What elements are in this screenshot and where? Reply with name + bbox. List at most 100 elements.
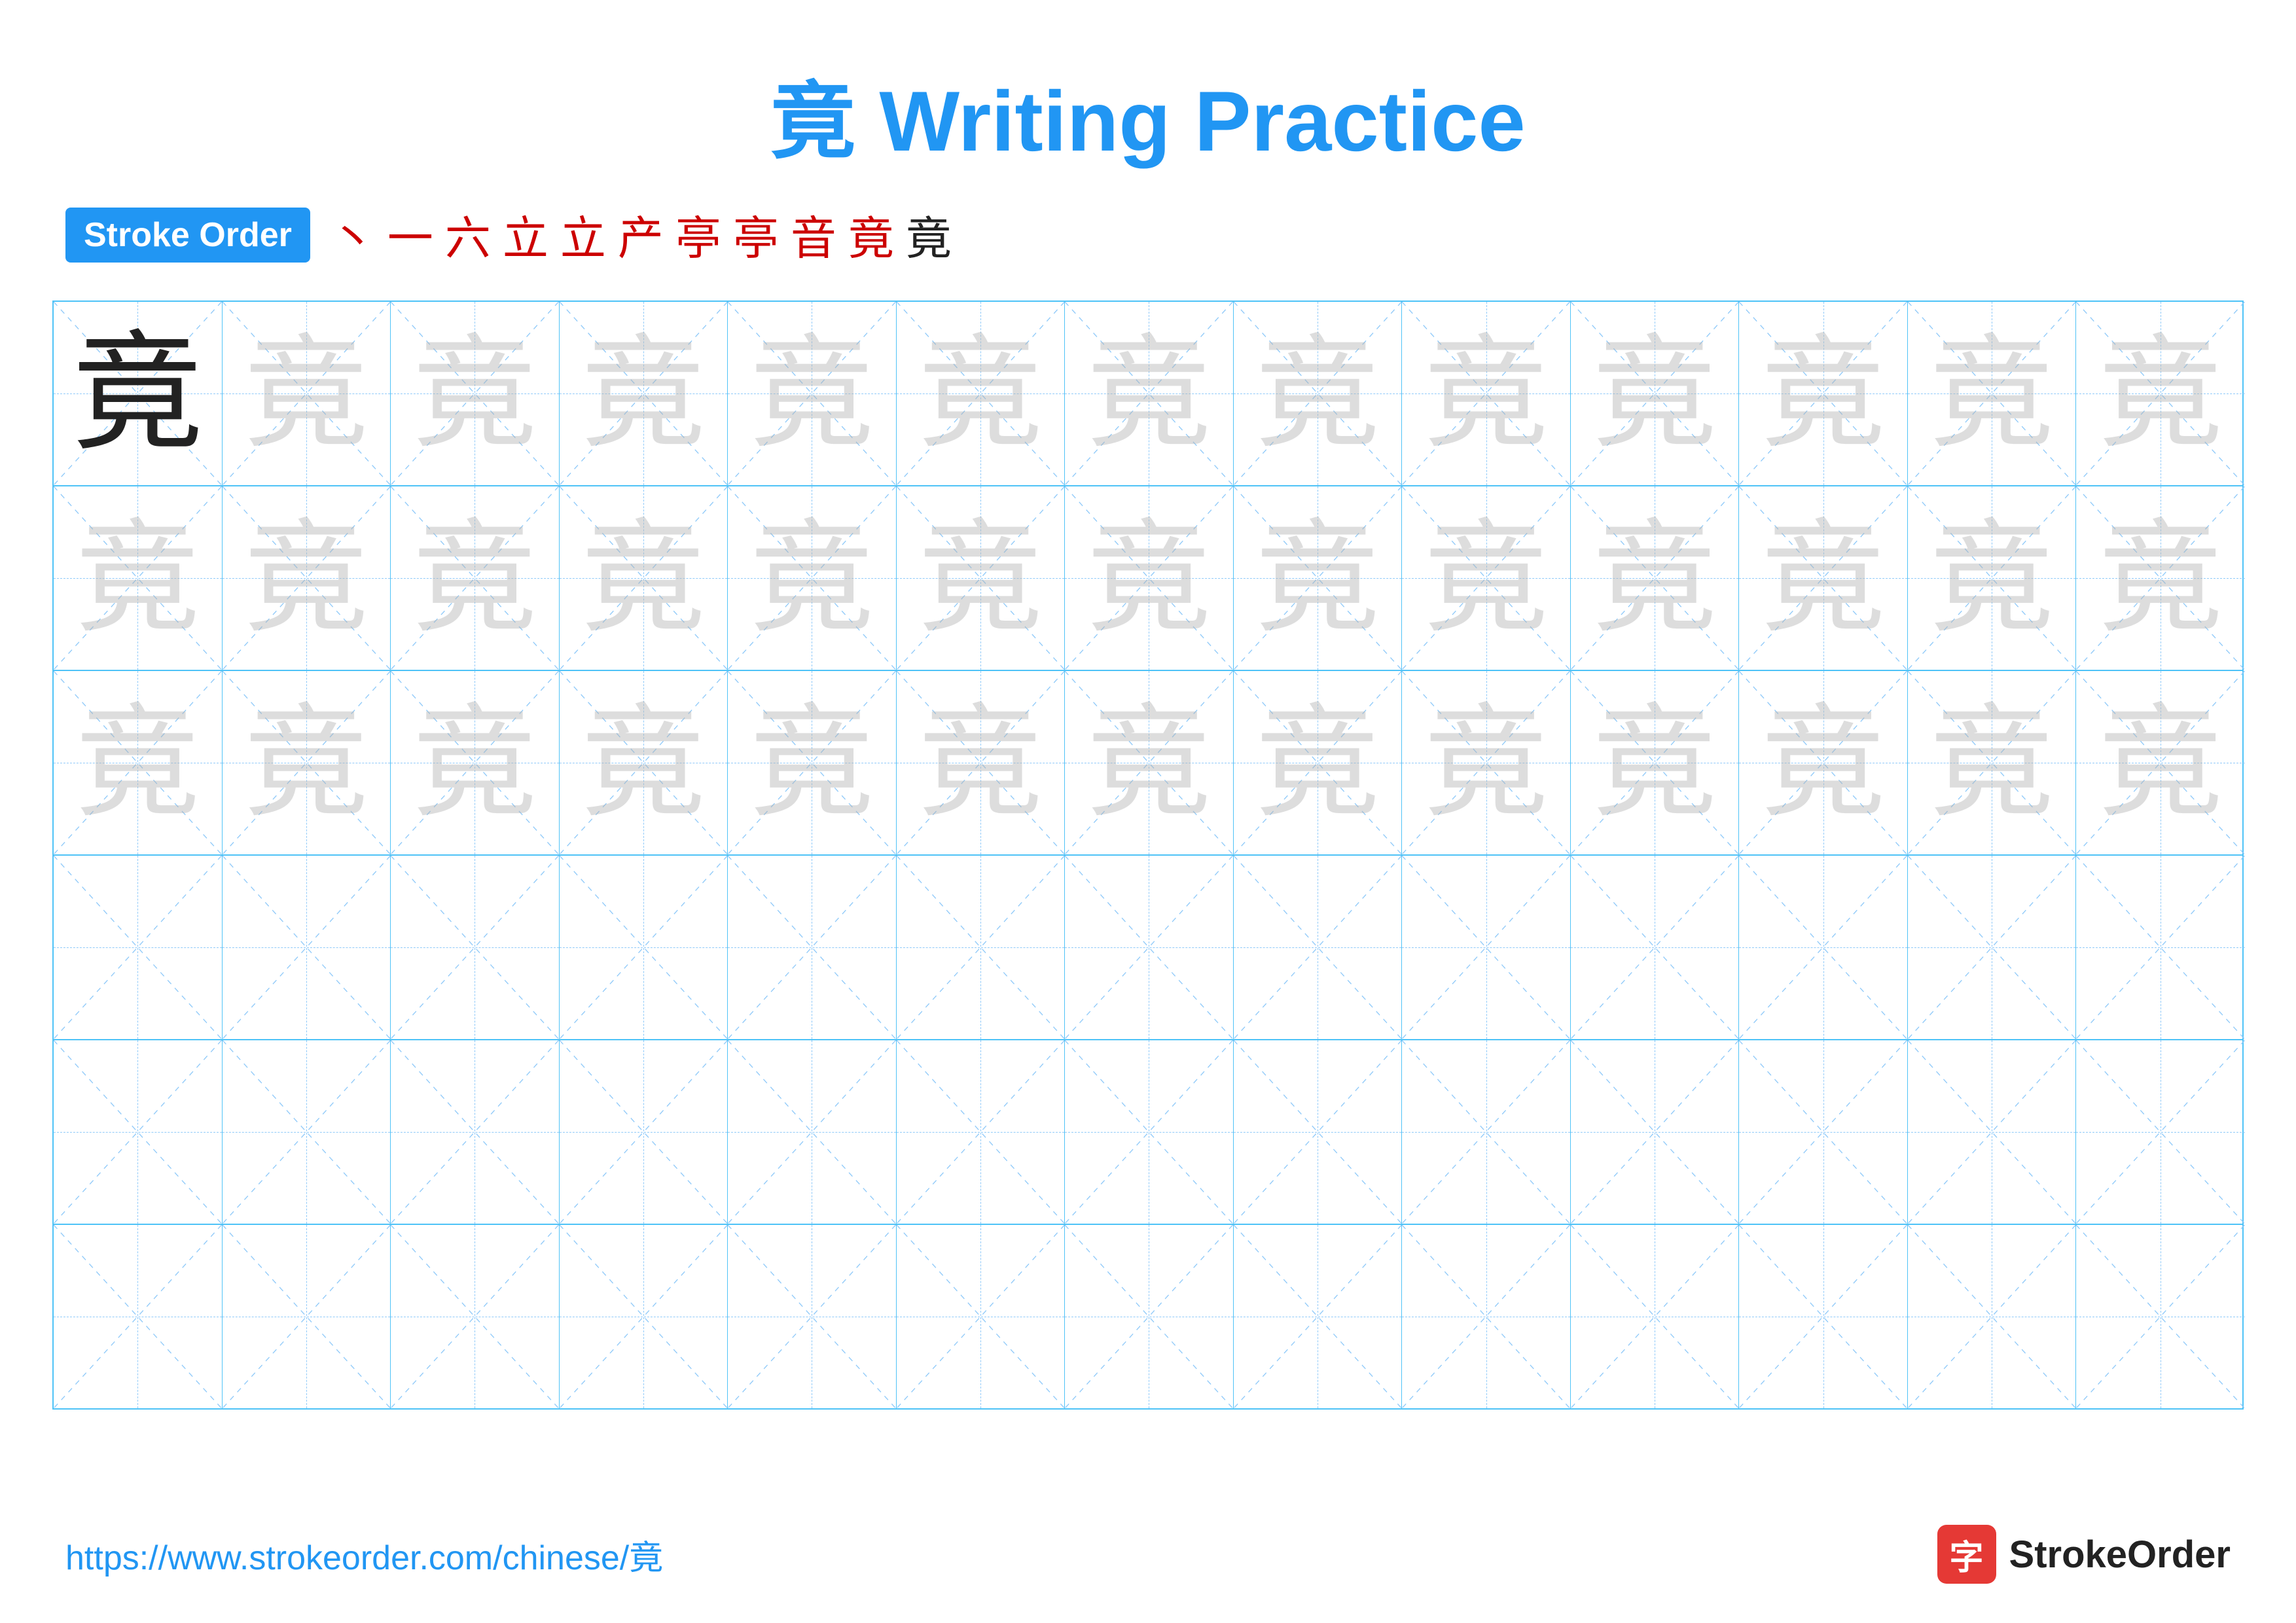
grid-cell[interactable]: 竟: [560, 302, 728, 485]
grid-cell[interactable]: 竟: [728, 671, 897, 854]
grid-cell[interactable]: 竟: [1234, 486, 1403, 670]
grid-cell[interactable]: 竟: [54, 486, 223, 670]
grid-cell[interactable]: 竟: [1065, 671, 1234, 854]
practice-char-ghost: 竟: [1592, 331, 1717, 456]
grid-cell[interactable]: 竟: [897, 671, 1066, 854]
grid-cell[interactable]: [560, 856, 728, 1039]
grid-cell[interactable]: [223, 856, 391, 1039]
grid-cell[interactable]: [728, 856, 897, 1039]
grid-cell[interactable]: 竟: [1402, 486, 1571, 670]
practice-char-ghost: 竟: [918, 331, 1043, 456]
grid-cell[interactable]: [1234, 1225, 1403, 1408]
grid-cell[interactable]: [1908, 1225, 2077, 1408]
grid-cell[interactable]: [2076, 856, 2245, 1039]
practice-char-ghost: 竟: [581, 516, 706, 640]
grid-cell[interactable]: 竟: [1402, 671, 1571, 854]
stroke-order-badge: Stroke Order: [65, 208, 310, 263]
grid-cell[interactable]: 竟: [1065, 302, 1234, 485]
grid-cell[interactable]: [897, 856, 1066, 1039]
grid-cell[interactable]: [391, 1225, 560, 1408]
practice-char-ghost: 竟: [581, 701, 706, 825]
grid-cell[interactable]: 竟: [560, 671, 728, 854]
grid-cell[interactable]: [1739, 1225, 1908, 1408]
grid-cell[interactable]: [1571, 1225, 1740, 1408]
grid-cell[interactable]: [2076, 1040, 2245, 1224]
grid-cell[interactable]: 竟: [560, 486, 728, 670]
grid-cell[interactable]: [728, 1040, 897, 1224]
grid-cell[interactable]: 竟: [728, 486, 897, 670]
grid-cell[interactable]: 竟: [223, 486, 391, 670]
grid-cell[interactable]: [1908, 1040, 2077, 1224]
grid-cell[interactable]: [223, 1225, 391, 1408]
practice-char-ghost: 竟: [412, 331, 537, 456]
grid-cell[interactable]: [1739, 856, 1908, 1039]
grid-cell[interactable]: 竟: [1739, 671, 1908, 854]
grid-cell[interactable]: 竟: [1402, 302, 1571, 485]
grid-cell[interactable]: [1571, 856, 1740, 1039]
grid-cell[interactable]: 竟: [897, 486, 1066, 670]
practice-char-ghost: 竟: [1929, 701, 2054, 825]
practice-char-ghost: 竟: [1255, 701, 1380, 825]
grid-cell[interactable]: 竟: [1739, 486, 1908, 670]
grid-cell[interactable]: [1065, 1225, 1234, 1408]
grid-cell[interactable]: [54, 1040, 223, 1224]
footer: https://www.strokeorder.com/chinese/竟 字 …: [0, 1525, 2296, 1584]
grid-cell[interactable]: [897, 1040, 1066, 1224]
practice-char-ghost: 竟: [1761, 331, 1886, 456]
practice-char-ghost: 竟: [1592, 701, 1717, 825]
practice-char-ghost: 竟: [1929, 331, 2054, 456]
practice-char-ghost: 竟: [244, 331, 368, 456]
grid-cell[interactable]: [1402, 1225, 1571, 1408]
grid-cell[interactable]: [1402, 856, 1571, 1039]
grid-cell[interactable]: 竟: [1234, 671, 1403, 854]
grid-cell[interactable]: [54, 1225, 223, 1408]
brand-name: StrokeOrder: [2009, 1533, 2231, 1577]
grid-cell[interactable]: [1065, 1040, 1234, 1224]
grid-cell[interactable]: [1571, 1040, 1740, 1224]
grid-cell[interactable]: 竟: [1065, 486, 1234, 670]
grid-cell[interactable]: 竟: [1571, 302, 1740, 485]
grid-cell[interactable]: [391, 856, 560, 1039]
grid-cell[interactable]: [1908, 856, 2077, 1039]
footer-brand: 字 StrokeOrder: [1937, 1525, 2231, 1584]
grid-cell[interactable]: [1234, 1040, 1403, 1224]
grid-cell[interactable]: [560, 1040, 728, 1224]
practice-char-ghost: 竟: [1424, 331, 1549, 456]
practice-char-ghost: 竟: [1592, 516, 1717, 640]
grid-cell[interactable]: [2076, 1225, 2245, 1408]
grid-cell[interactable]: 竟: [391, 486, 560, 670]
grid-cell[interactable]: 竟: [54, 671, 223, 854]
grid-cell[interactable]: 竟: [391, 302, 560, 485]
grid-cell[interactable]: 竟: [391, 671, 560, 854]
grid-cell[interactable]: [728, 1225, 897, 1408]
grid-cell[interactable]: [1402, 1040, 1571, 1224]
practice-char-ghost: 竟: [1761, 516, 1886, 640]
grid-cell[interactable]: 竟: [223, 302, 391, 485]
grid-cell[interactable]: [54, 856, 223, 1039]
grid-cell[interactable]: [897, 1225, 1066, 1408]
grid-cell[interactable]: [560, 1225, 728, 1408]
practice-char-ghost: 竟: [1424, 516, 1549, 640]
grid-cell[interactable]: 竟: [1908, 302, 2077, 485]
grid-cell[interactable]: 竟: [1908, 486, 2077, 670]
grid-cell[interactable]: 竟: [1234, 302, 1403, 485]
grid-cell[interactable]: [223, 1040, 391, 1224]
grid-cell[interactable]: 竟: [1571, 671, 1740, 854]
grid-cell[interactable]: 竟: [2076, 486, 2245, 670]
grid-cell[interactable]: 竟: [223, 671, 391, 854]
grid-cell[interactable]: 竟: [2076, 302, 2245, 485]
grid-cell[interactable]: [391, 1040, 560, 1224]
practice-char-ghost: 竟: [749, 331, 874, 456]
practice-char-ghost: 竟: [2098, 701, 2223, 825]
grid-cell[interactable]: 竟: [54, 302, 223, 485]
grid-cell[interactable]: 竟: [1739, 302, 1908, 485]
grid-cell[interactable]: [1739, 1040, 1908, 1224]
grid-cell[interactable]: 竟: [1908, 671, 2077, 854]
grid-cell[interactable]: [1234, 856, 1403, 1039]
grid-cell[interactable]: [1065, 856, 1234, 1039]
grid-cell[interactable]: 竟: [1571, 486, 1740, 670]
grid-cell[interactable]: 竟: [897, 302, 1066, 485]
grid-cell[interactable]: 竟: [728, 302, 897, 485]
grid-cell[interactable]: 竟: [2076, 671, 2245, 854]
practice-char-ghost: 竟: [918, 701, 1043, 825]
